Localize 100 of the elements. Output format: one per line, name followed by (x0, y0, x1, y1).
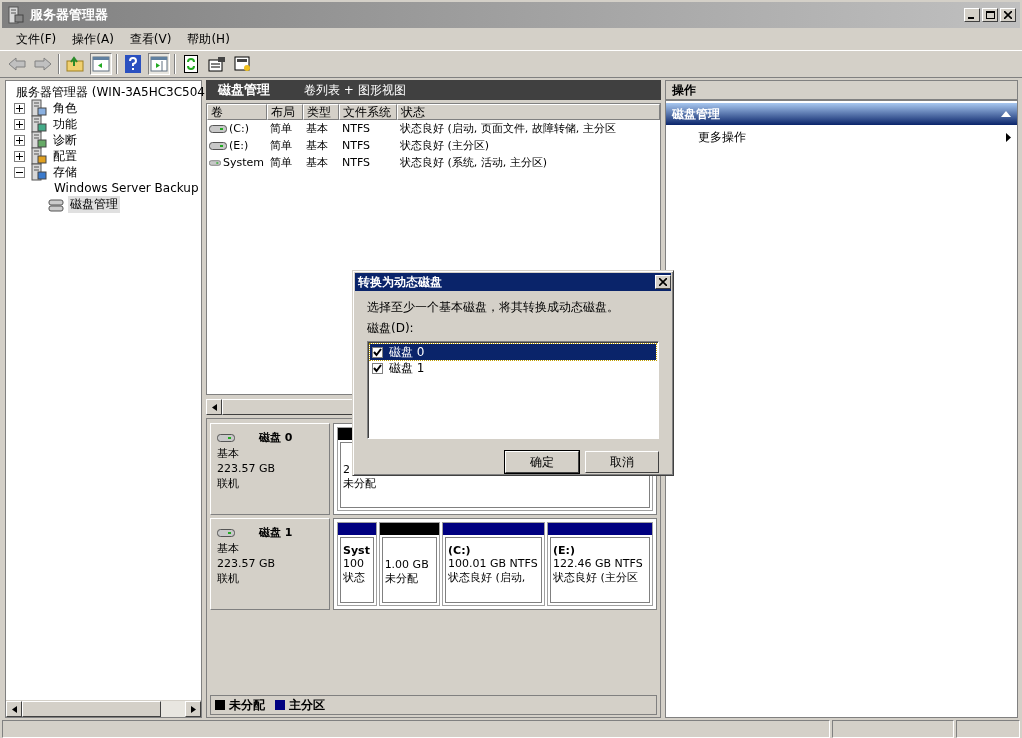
disk-list-item[interactable]: 磁盘 1 (370, 360, 656, 376)
scroll-left-icon[interactable] (11, 705, 17, 713)
dialog-button[interactable]: 取消 (585, 451, 659, 473)
disk-info-panel[interactable]: 磁盘 0 基本 223.57 GB 联机 (210, 423, 330, 515)
expand-icon[interactable] (14, 118, 25, 130)
column-header[interactable]: 卷 (207, 104, 267, 120)
close-button[interactable] (655, 275, 671, 289)
expand-icon[interactable] (14, 102, 25, 114)
disk-size: 223.57 GB (217, 462, 277, 475)
partition-text: 未分配 (384, 571, 419, 586)
server-icon (29, 147, 47, 165)
expand-icon[interactable] (14, 134, 25, 146)
close-icon (659, 278, 667, 286)
partition-text: 1.00 GB (384, 558, 430, 571)
table-cell-text: 简单 (269, 155, 293, 171)
dialog-button[interactable]: 确定 (505, 451, 579, 473)
server-icon (6, 6, 24, 24)
volume-name: (E:) (229, 138, 249, 154)
tree-item[interactable]: 角色 (51, 99, 79, 117)
server-icon (29, 99, 47, 117)
disk-type: 基本 (217, 541, 240, 556)
help-icon[interactable] (122, 53, 144, 75)
menu-item[interactable]: 操作(A) (66, 28, 120, 50)
column-header[interactable]: 文件系统 (339, 104, 397, 120)
action-link[interactable]: 更多操作 (698, 129, 746, 146)
tree-item[interactable]: 功能 (51, 115, 79, 133)
disk-size: 223.57 GB (217, 557, 277, 570)
disk-name: 磁盘 1 (259, 525, 293, 540)
collapse-icon[interactable] (14, 166, 25, 178)
close-icon (1004, 11, 1012, 19)
table-cell-text: NTFS (341, 121, 372, 137)
actions-header: 操作 (666, 81, 1017, 101)
scroll-right-icon[interactable] (190, 705, 196, 713)
disk-status: 联机 (217, 476, 240, 491)
disk-type: 基本 (217, 446, 240, 461)
disk-management-icon (48, 196, 64, 212)
partition-title: (E:) (553, 544, 576, 557)
partition-text: 状态良好 (启动, (448, 570, 527, 585)
show-tree-icon[interactable] (90, 53, 112, 75)
column-header[interactable]: 类型 (303, 104, 339, 120)
partition-block[interactable]: (C:) 100.01 GB NTFS 状态良好 (启动, (442, 522, 546, 606)
checkbox[interactable] (372, 346, 383, 358)
table-cell-text: 状态良好 (系统, 活动, 主分区) (399, 155, 549, 171)
column-header[interactable]: 状态 (397, 104, 660, 120)
table-cell-text: 简单 (269, 138, 293, 154)
drive-icon (217, 527, 235, 538)
partition-title: Syst (343, 544, 371, 557)
scroll-left-icon[interactable] (211, 403, 217, 411)
server-icon (29, 115, 47, 133)
expand-icon[interactable] (14, 150, 25, 162)
tree-item[interactable]: Windows Server Backup (52, 181, 201, 195)
column-header[interactable]: 布局 (267, 104, 303, 120)
pane-title: 磁盘管理 (218, 81, 270, 99)
tree-item[interactable]: 存储 (51, 163, 79, 181)
legend-label: 主分区 (289, 696, 325, 714)
status-bar-panel (956, 720, 1020, 738)
partition-block[interactable]: Syst 100 状态 (337, 522, 377, 606)
tree-item[interactable]: 诊断 (51, 131, 79, 149)
tree-item[interactable]: 配置 (51, 147, 79, 165)
disk-status: 联机 (217, 571, 240, 586)
partition-text: 状态 (343, 570, 366, 585)
horizontal-scrollbar[interactable] (6, 700, 201, 717)
maximize-button[interactable] (982, 8, 998, 22)
close-button[interactable] (1000, 8, 1016, 22)
disk-list-item[interactable]: 磁盘 0 (370, 344, 656, 360)
view-label: 卷列表 + 图形视图 (304, 81, 406, 99)
minimize-button[interactable] (964, 8, 980, 22)
menu-item[interactable]: 查看(V) (123, 28, 178, 50)
volume-name: (C:) (229, 121, 249, 137)
tree-item[interactable]: 磁盘管理 (68, 195, 120, 213)
drive-icon (209, 140, 227, 151)
submenu-arrow-icon (1006, 133, 1011, 142)
table-cell-text: 基本 (305, 121, 329, 137)
partition-block[interactable]: (E:) 122.46 GB NTFS 状态良好 (主分区 (547, 522, 653, 606)
maximize-icon (985, 11, 995, 19)
drive-icon (209, 157, 221, 168)
partition-text: 2 (343, 463, 351, 476)
drive-icon (217, 432, 235, 443)
volume-name: System (222, 155, 264, 171)
table-cell-text: 简单 (269, 121, 293, 137)
menu-item[interactable]: 帮助(H) (181, 28, 236, 50)
partition-block[interactable]: 1.00 GB 未分配 (378, 522, 441, 606)
partition-text: 未分配 (343, 476, 377, 491)
table-cell-text: 状态良好 (主分区) (399, 138, 491, 154)
actions-section[interactable]: 磁盘管理 (666, 103, 1017, 125)
drive-icon (209, 123, 227, 134)
partition-text: 122.46 GB NTFS (553, 557, 644, 570)
menu-item[interactable]: 文件(F) (10, 28, 63, 50)
window-title: 服务器管理器 (30, 6, 109, 24)
partition-text: 100 (343, 557, 365, 570)
checkbox[interactable] (372, 362, 383, 374)
show-action-pane-icon[interactable] (148, 53, 170, 75)
table-cell-text: 基本 (305, 138, 329, 154)
partition-title: (C:) (448, 544, 472, 557)
dialog-title: 转换为动态磁盘 (358, 273, 442, 291)
tree-root[interactable]: 服务器管理器 (WIN-3A5HC3C504 (14, 83, 207, 101)
server-icon (29, 131, 47, 149)
partition-text: 100.01 GB NTFS (448, 557, 539, 570)
disk-name: 磁盘 0 (259, 430, 293, 445)
disk-info-panel[interactable]: 磁盘 1 基本 223.57 GB 联机 (210, 518, 330, 610)
